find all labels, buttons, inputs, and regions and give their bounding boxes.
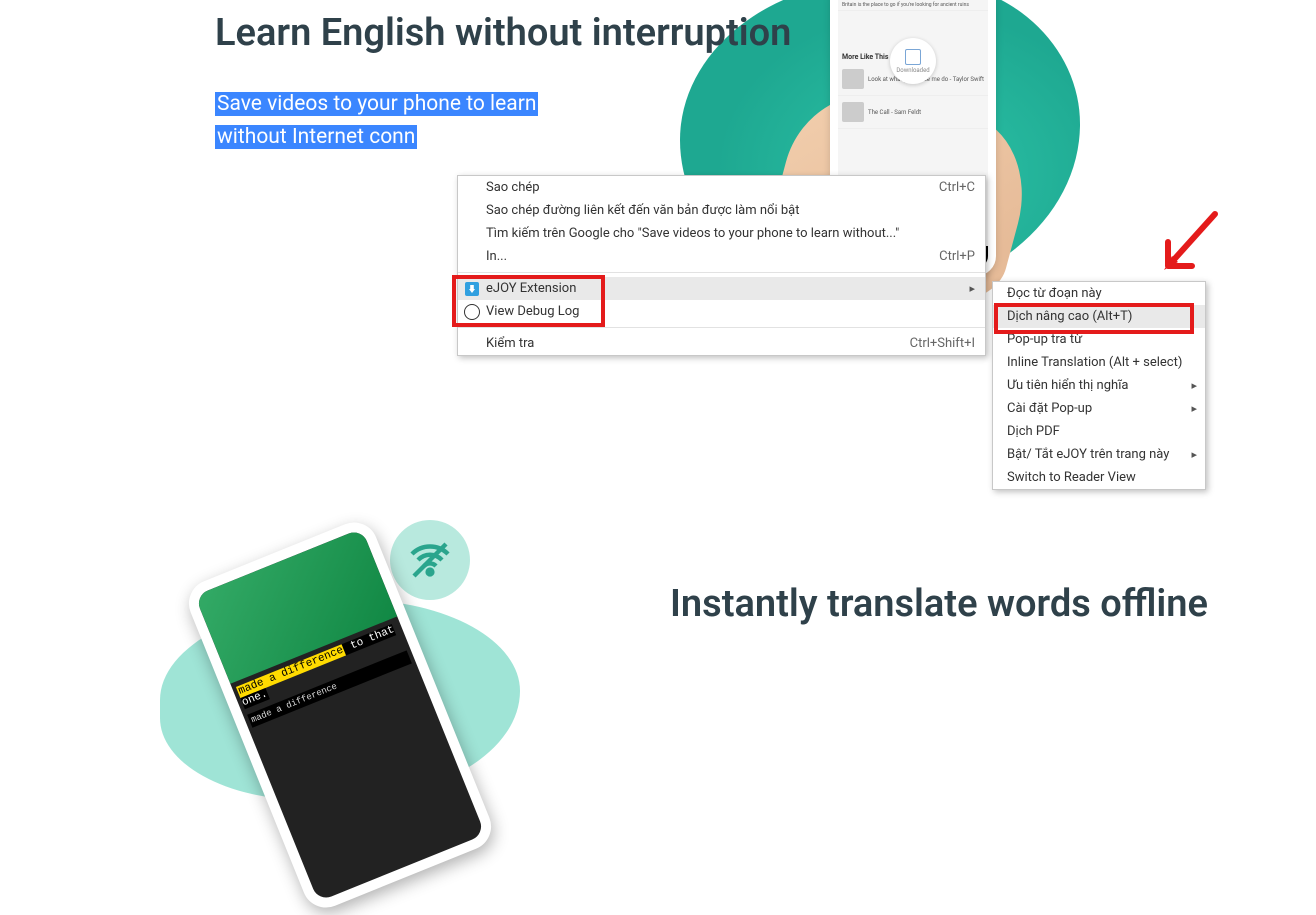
- ctx-debug-log[interactable]: View Debug Log: [458, 300, 985, 323]
- ctx-debug-label: View Debug Log: [486, 304, 579, 319]
- context-menu: Sao chép Ctrl+C Sao chép đường liên kết …: [457, 175, 986, 356]
- ejoy-icon: [464, 281, 480, 297]
- debug-icon: [464, 304, 480, 320]
- ctx-inspect[interactable]: Kiểm tra Ctrl+Shift+I: [458, 332, 985, 355]
- ctx-copy-shortcut: Ctrl+C: [939, 180, 975, 195]
- submenu-popup-settings-label: Cài đặt Pop-up: [1007, 401, 1092, 416]
- phone1-sub: Britain is the place to go if you're loo…: [838, 0, 988, 11]
- ctx-separator: [458, 272, 985, 273]
- ctx-google-search[interactable]: Tìm kiếm trên Google cho "Save videos to…: [458, 222, 985, 245]
- ctx-copy-label: Sao chép: [486, 180, 540, 195]
- download-icon: [905, 49, 921, 65]
- submenu-read-label: Đọc từ đoạn này: [1007, 286, 1102, 301]
- submenu-inline-translation[interactable]: Inline Translation (Alt + select): [993, 351, 1205, 374]
- ctx-copy-link-label: Sao chép đường liên kết đến văn bản được…: [486, 203, 799, 218]
- ctx-google-search-label: Tìm kiếm trên Google cho "Save videos to…: [486, 226, 899, 241]
- submenu-toggle-page-label: Bật/ Tắt eJOY trên trang này: [1007, 447, 1169, 462]
- ctx-ejoy-label: eJOY Extension: [486, 281, 576, 296]
- submenu-prefer-meaning-label: Ưu tiên hiển thị nghĩa: [1007, 378, 1129, 393]
- selected-text-line1[interactable]: Save videos to your phone to learn: [215, 92, 538, 116]
- hero-subtitle: Save videos to your phone to learn witho…: [215, 88, 625, 155]
- submenu-reader-label: Switch to Reader View: [1007, 470, 1136, 485]
- submenu-advanced-translate-label: Dịch nâng cao (Alt+T): [1007, 309, 1132, 324]
- submenu-inline-label: Inline Translation (Alt + select): [1007, 355, 1182, 370]
- ctx-print-label: In...: [486, 249, 507, 264]
- ctx-print[interactable]: In... Ctrl+P: [458, 245, 985, 268]
- ctx-copy[interactable]: Sao chép Ctrl+C: [458, 176, 985, 199]
- submenu-advanced-translate[interactable]: Dịch nâng cao (Alt+T): [993, 305, 1205, 328]
- annotation-arrow-icon: [1150, 202, 1230, 282]
- submenu-popup-settings[interactable]: Cài đặt Pop-up: [993, 397, 1205, 420]
- phone1-row: The Call - Sam Feldt: [838, 96, 988, 129]
- submenu-translate-pdf[interactable]: Dịch PDF: [993, 420, 1205, 443]
- ctx-ejoy-extension[interactable]: eJOY Extension: [458, 277, 985, 300]
- submenu-read-paragraph[interactable]: Đọc từ đoạn này: [993, 282, 1205, 305]
- ctx-print-shortcut: Ctrl+P: [939, 249, 975, 264]
- downloaded-label: Downloaded: [896, 67, 929, 74]
- ctx-separator: [458, 327, 985, 328]
- submenu-translate-pdf-label: Dịch PDF: [1007, 424, 1060, 439]
- submenu-popup-lookup[interactable]: Pop-up tra từ: [993, 328, 1205, 351]
- submenu-toggle-page[interactable]: Bật/ Tắt eJOY trên trang này: [993, 443, 1205, 466]
- ejoy-submenu: Đọc từ đoạn này Dịch nâng cao (Alt+T) Po…: [992, 281, 1206, 490]
- ctx-inspect-label: Kiểm tra: [486, 336, 534, 351]
- downloaded-badge: Downloaded: [890, 38, 936, 84]
- submenu-reader-view[interactable]: Switch to Reader View: [993, 466, 1205, 489]
- submenu-popup-lookup-label: Pop-up tra từ: [1007, 332, 1082, 347]
- ctx-copy-link[interactable]: Sao chép đường liên kết đến văn bản được…: [458, 199, 985, 222]
- ctx-inspect-shortcut: Ctrl+Shift+I: [910, 336, 975, 351]
- second-hero-title: Instantly translate words offline: [670, 580, 1208, 629]
- wifi-off-icon: [390, 520, 470, 600]
- selected-text-line2[interactable]: without Internet conn: [215, 125, 417, 149]
- submenu-prefer-meaning[interactable]: Ưu tiên hiển thị nghĩa: [993, 374, 1205, 397]
